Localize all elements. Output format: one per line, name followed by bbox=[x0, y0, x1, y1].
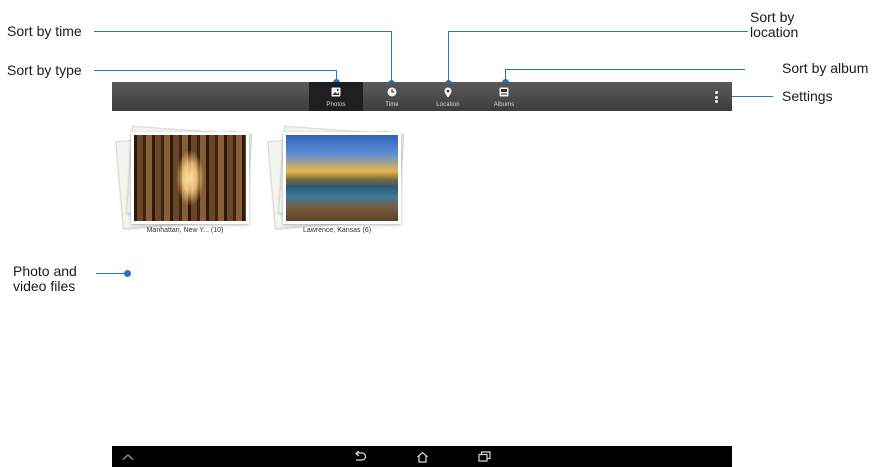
callout-sort-by-type: Sort by type bbox=[7, 62, 82, 78]
tab-label: Location bbox=[436, 102, 460, 108]
clock-icon bbox=[387, 86, 397, 98]
system-chevron-icon[interactable] bbox=[120, 449, 136, 464]
leader-line bbox=[94, 31, 392, 32]
album-tile[interactable]: Manhattan, New Y... (10) bbox=[115, 125, 255, 236]
tab-label: Time bbox=[385, 102, 399, 108]
album-tile[interactable]: Lawrence, Kansas (6) bbox=[267, 125, 407, 236]
leader-dot bbox=[124, 270, 131, 277]
tab-location[interactable]: Location bbox=[421, 82, 475, 111]
navigation-bar bbox=[112, 446, 732, 467]
action-bar: Photos Time Location Albums bbox=[112, 82, 732, 111]
callout-sort-by-album: Sort by album bbox=[782, 60, 869, 76]
album-icon bbox=[499, 86, 509, 98]
location-pin-icon bbox=[444, 86, 452, 98]
album-thumbnail bbox=[283, 132, 401, 224]
leader-line bbox=[94, 70, 337, 71]
album-thumbnail bbox=[131, 132, 249, 224]
callout-photo-and-video-files: Photo and video files bbox=[13, 263, 77, 294]
album-caption: Manhattan, New Y... (10) bbox=[146, 227, 224, 234]
leader-line bbox=[448, 31, 748, 32]
overflow-menu-icon[interactable] bbox=[714, 91, 718, 103]
tab-albums[interactable]: Albums bbox=[477, 82, 531, 111]
leader-line bbox=[96, 273, 126, 274]
home-icon[interactable] bbox=[412, 449, 432, 464]
back-icon[interactable] bbox=[350, 449, 370, 464]
tab-label: Albums bbox=[493, 102, 515, 108]
tab-photos[interactable]: Photos bbox=[309, 82, 363, 111]
recent-apps-icon[interactable] bbox=[474, 449, 494, 464]
callout-sort-by-location: Sort by location bbox=[750, 9, 799, 40]
tab-time[interactable]: Time bbox=[365, 82, 419, 111]
lake-image bbox=[286, 135, 398, 221]
leader-line bbox=[727, 96, 773, 97]
leader-line bbox=[505, 69, 745, 70]
album-caption: Lawrence, Kansas (6) bbox=[302, 227, 372, 234]
cathedral-image bbox=[134, 135, 246, 221]
photo-icon bbox=[331, 86, 341, 98]
callout-sort-by-time: Sort by time bbox=[7, 23, 82, 39]
tab-label: Photos bbox=[326, 102, 346, 108]
leader-line bbox=[448, 31, 449, 82]
leader-line bbox=[391, 31, 392, 82]
callout-settings: Settings bbox=[782, 88, 833, 104]
